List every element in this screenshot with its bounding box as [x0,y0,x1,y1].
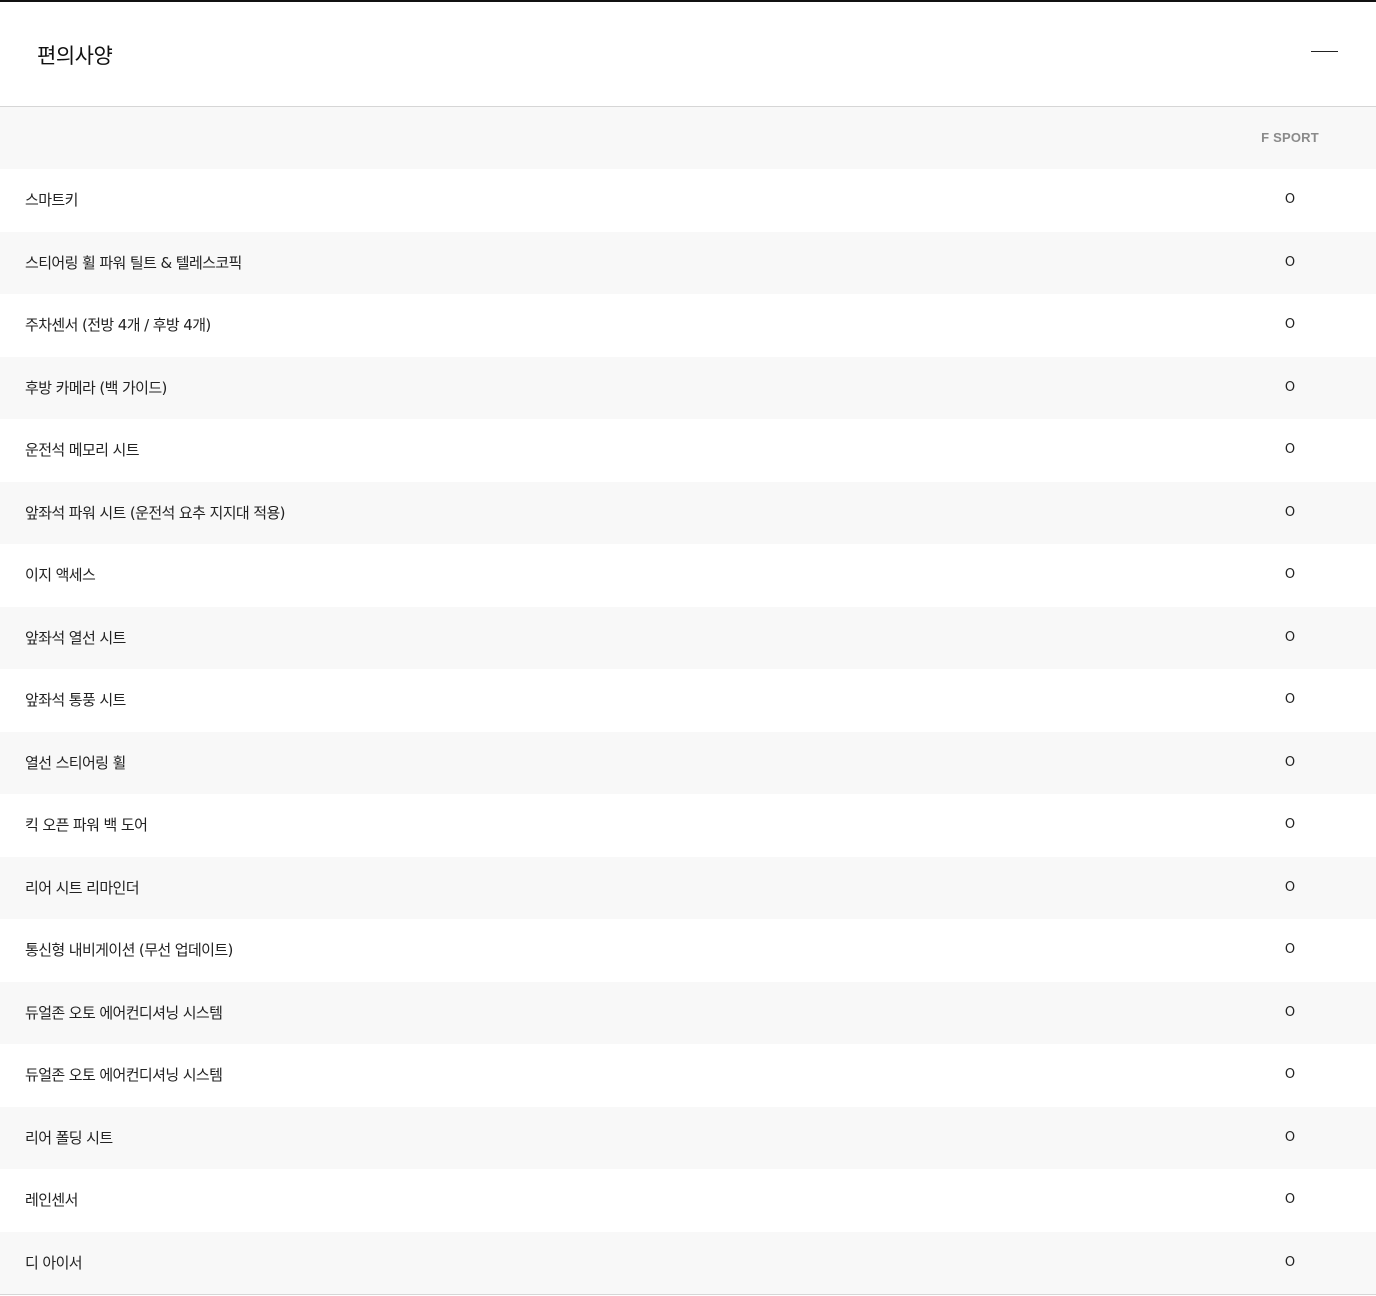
row-value: O [1284,317,1296,332]
row-value: O [1284,879,1296,895]
row-value: O [1284,1254,1296,1270]
table-row: 킥 오픈 파워 백 도어 O [0,794,1376,857]
table-row: 듀얼존 오토 에어컨디셔닝 시스템 O [0,1044,1376,1107]
table-row: 이지 액세스 O [0,544,1376,607]
row-label: 앞좌석 파워 시트 (운전석 요추 지지대 적용) [25,503,286,522]
table-row: 레인센서 O [0,1169,1376,1232]
row-value: O [1284,1067,1296,1082]
section-title: 편의사양 [37,44,113,68]
row-value: O [1284,567,1296,582]
table-row: 통신형 내비게이션 (무선 업데이트) O [0,919,1376,982]
table-row: 디 아이서 O [0,1231,1376,1294]
table-row: 열선 스티어링 휠 O [0,731,1376,794]
row-label: 리어 시트 리마인더 [25,878,140,897]
row-value: O [1284,692,1296,707]
row-value: O [1284,629,1296,645]
row-value: O [1284,942,1296,957]
table-row: 앞좌석 파워 시트 (운전석 요추 지지대 적용) O [0,481,1376,544]
row-value: O [1284,1129,1296,1145]
row-value: O [1284,1004,1296,1020]
collapse-button[interactable] [1303,38,1345,66]
row-value: O [1284,254,1296,270]
row-label: 킥 오픈 파워 백 도어 [25,816,148,834]
row-label: 주차센서 (전방 4개 / 후방 4개) [25,316,211,334]
table-row: 주차센서 (전방 4개 / 후방 4개) O [0,294,1376,357]
table-row: 리어 폴딩 시트 O [0,1106,1376,1169]
row-label: 스마트키 [25,191,78,209]
table-row: 스마트키 O [0,169,1376,232]
column-header-row: F SPORT [0,107,1376,169]
row-label: 디 아이서 [25,1253,83,1272]
row-label: 듀얼존 오토 에어컨디셔닝 시스템 [25,1066,223,1084]
row-label: 운전석 메모리 시트 [25,441,140,459]
table-row: 앞좌석 열선 시트 O [0,606,1376,669]
table-row: 듀얼존 오토 에어컨디셔닝 시스템 O [0,981,1376,1044]
row-label: 듀얼존 오토 에어컨디셔닝 시스템 [25,1003,223,1022]
minus-icon [1311,51,1338,52]
section-header: 편의사양 [0,2,1376,107]
row-label: 후방 카메라 (백 가이드) [25,378,167,397]
row-value: O [1284,817,1296,832]
row-label: 앞좌석 열선 시트 [25,628,126,647]
table-row: 운전석 메모리 시트 O [0,419,1376,482]
row-value: O [1284,754,1296,770]
row-value: O [1284,379,1296,395]
row-label: 앞좌석 통풍 시트 [25,691,126,709]
table-row: 앞좌석 통풍 시트 O [0,669,1376,732]
column-header-f-sport: F SPORT [1261,130,1319,145]
table-row: 스티어링 휠 파워 틸트 & 텔레스코픽 O [0,231,1376,294]
row-label: 레인센서 [25,1191,78,1209]
row-label: 리어 폴딩 시트 [25,1128,113,1147]
row-label: 이지 액세스 [25,566,96,584]
bottom-rule [0,1294,1376,1295]
row-value: O [1284,192,1296,207]
row-label: 통신형 내비게이션 (무선 업데이트) [25,941,233,959]
row-label: 스티어링 휠 파워 틸트 & 텔레스코픽 [25,253,242,272]
row-value: O [1284,504,1296,520]
row-label: 열선 스티어링 휠 [25,753,126,772]
table-row: 후방 카메라 (백 가이드) O [0,356,1376,419]
row-value: O [1284,1192,1296,1207]
spec-table: F SPORT 스마트키 O 스티어링 휠 파워 틸트 & 텔레스코픽 O 주차… [0,107,1376,1295]
row-value: O [1284,442,1296,457]
table-row: 리어 시트 리마인더 O [0,856,1376,919]
